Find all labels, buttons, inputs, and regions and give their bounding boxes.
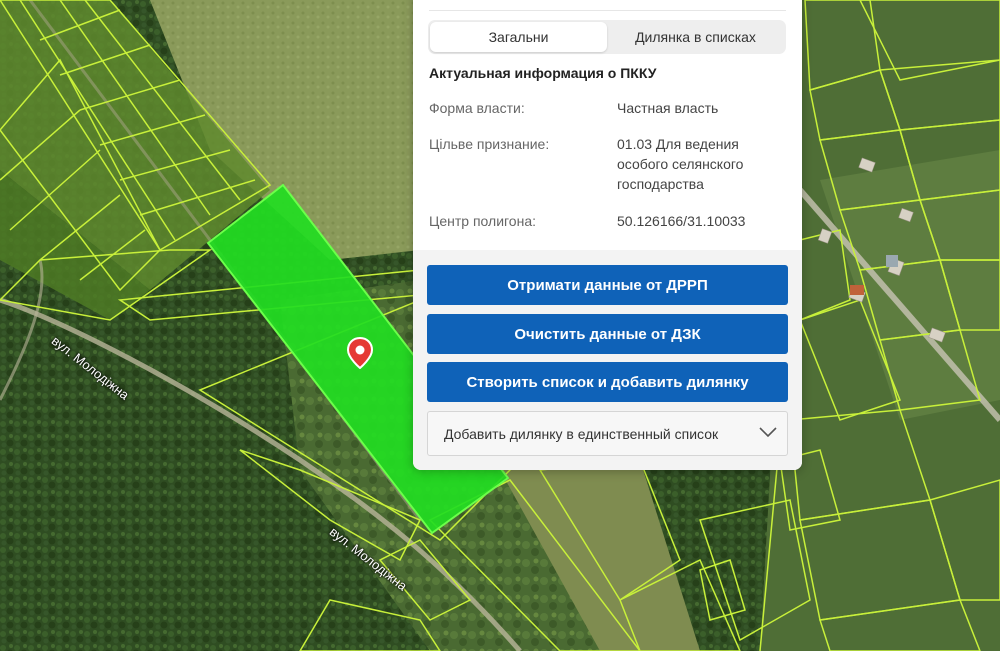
info-label: Форма власти: — [429, 100, 525, 116]
section-title: Актуальная информация о ПККУ — [429, 65, 657, 81]
divider — [429, 10, 786, 11]
location-pin-icon[interactable] — [346, 337, 374, 369]
info-label: Центр полигона: — [429, 213, 537, 229]
create-list-add-parcel-button[interactable]: Створить список и добавить дилянку — [427, 362, 788, 402]
tab-bar: Загальни Дилянка в списках — [428, 20, 786, 54]
chevron-down-icon — [759, 427, 777, 438]
parcel-info-panel: Загальни Дилянка в списках Актуальная ин… — [413, 0, 802, 470]
dropdown-label: Добавить дилянку в единственный список — [444, 425, 719, 442]
info-value: 50.126166/31.10033 — [617, 213, 746, 229]
clear-dzk-data-button[interactable]: Очистить данные от ДЗК — [427, 314, 788, 354]
tab-general[interactable]: Загальни — [430, 22, 607, 52]
info-value: 01.03 Для ведения особого селянского гос… — [617, 136, 744, 192]
info-label: Цільве признание: — [429, 136, 550, 152]
add-to-list-dropdown[interactable]: Добавить дилянку в единственный список — [427, 411, 788, 456]
tab-parcel-in-lists[interactable]: Дилянка в списках — [607, 22, 784, 52]
get-drrp-data-button[interactable]: Отримати данные от ДРРП — [427, 265, 788, 305]
info-value: Частная власть — [617, 100, 719, 116]
map-view[interactable]: вул. Молодіжна вул. Молодіжна Загальни Д… — [0, 0, 1000, 651]
